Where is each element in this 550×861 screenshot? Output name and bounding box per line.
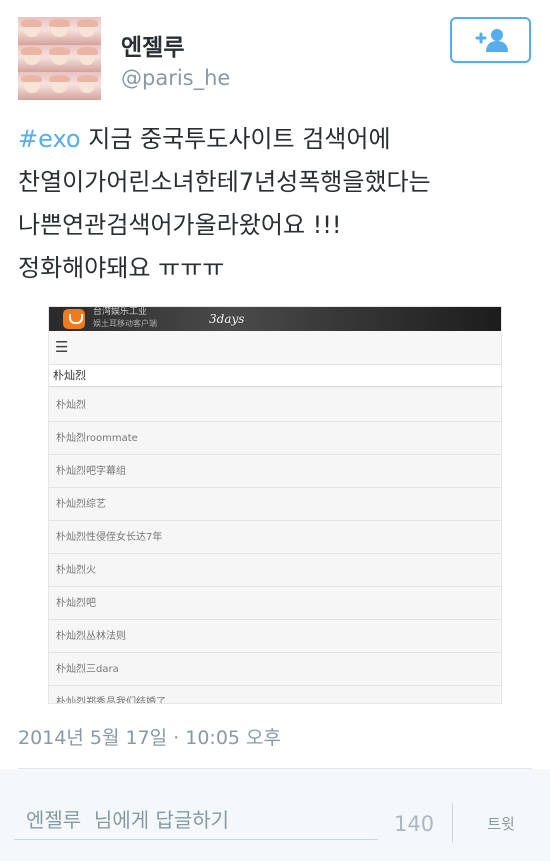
display-name[interactable]: 엔젤루 <box>121 28 184 62</box>
screenshot-search-field: 朴灿烈 <box>49 365 501 387</box>
banner-badge: 3days <box>209 312 245 326</box>
tweet-timestamp[interactable]: 2014년 5월 17일 · 10:05 오후 <box>18 723 281 750</box>
avatar-tile <box>73 44 101 73</box>
character-count: 140 <box>394 812 435 836</box>
avatar-tile <box>18 72 46 100</box>
menu-icon: ☰ <box>55 338 69 356</box>
follow-button[interactable] <box>450 17 531 63</box>
tweet-line: 정화해야돼요 ㅠㅠㅠ <box>18 254 225 282</box>
search-suggestion: 朴灿烈综艺 <box>49 488 501 521</box>
tweet-line: 나쁜연관검색어가올라왔어요 !!! <box>18 211 342 239</box>
search-suggestion: 朴灿烈三dara <box>49 653 501 686</box>
tweet-header: 엔젤루 @paris_he <box>0 0 550 110</box>
avatar-tile <box>18 17 46 45</box>
search-suggestion: 朴灿烈郑秀晶我们结婚了 <box>49 686 501 703</box>
search-suggestion: 朴灿烈吧 <box>49 587 501 620</box>
hashtag-link[interactable]: #exo <box>18 125 81 153</box>
avatar-tile <box>45 17 74 45</box>
avatar-tile <box>18 44 46 73</box>
avatar-tile <box>45 44 74 73</box>
app-subtitle: 娱土耳移动客户端 <box>93 319 157 328</box>
search-suggestion: 朴灿烈性侵侄女长达7年 <box>49 521 501 554</box>
reply-input[interactable] <box>14 800 378 840</box>
avatar-tile <box>45 72 74 100</box>
tweet-line: 찬열이가어린소녀한테7년성폭행을했다는 <box>18 168 431 196</box>
screenshot-app-banner: 台湾娱乐工业 娱土耳移动客户端 3days <box>49 307 501 331</box>
screenshot-menubar: ☰ <box>49 331 501 365</box>
avatar-tile <box>73 72 101 100</box>
reply-bar: 140 트윗 <box>0 769 550 861</box>
tweet-media-image[interactable]: 台湾娱乐工业 娱土耳移动客户端 3days ☰ 朴灿烈 朴灿烈 朴灿烈roomm… <box>48 306 502 704</box>
vertical-divider <box>452 803 453 843</box>
avatar[interactable] <box>18 17 101 100</box>
avatar-tile <box>73 17 101 45</box>
search-suggestion-list: 朴灿烈 朴灿烈roommate 朴灿烈吧字幕组 朴灿烈综艺 朴灿烈性侵侄女长达7… <box>49 389 501 703</box>
search-suggestion: 朴灿烈 <box>49 389 501 422</box>
app-logo-icon <box>63 309 85 329</box>
tweet-line-text: 지금 중국투도사이트 검색어에 <box>80 125 391 153</box>
tweet-line: #exo 지금 중국투도사이트 검색어에 <box>18 118 538 161</box>
tweet-text: #exo 지금 중국투도사이트 검색어에 찬열이가어린소녀한테7년성폭행을했다는… <box>18 118 538 290</box>
search-suggestion: 朴灿烈roommate <box>49 422 501 455</box>
search-suggestion: 朴灿烈火 <box>49 554 501 587</box>
follow-icon <box>475 29 508 52</box>
app-title: 台湾娱乐工业 <box>93 307 148 317</box>
user-handle[interactable]: @paris_he <box>121 66 230 90</box>
search-suggestion: 朴灿烈丛林法则 <box>49 620 501 653</box>
tweet-button[interactable]: 트윗 <box>466 809 536 837</box>
search-suggestion: 朴灿烈吧字幕组 <box>49 455 501 488</box>
